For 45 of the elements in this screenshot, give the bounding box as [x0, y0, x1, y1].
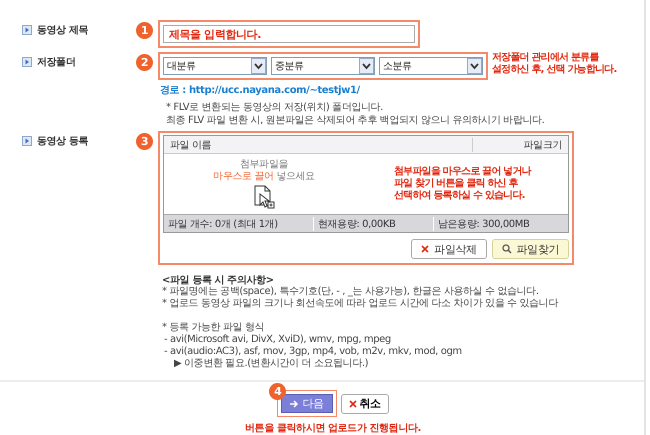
notice-line: * 등록 가능한 파일 형식 [162, 322, 266, 334]
arrow-right-icon [290, 400, 300, 408]
notice-title: <파일 등록 시 주의사항> [162, 274, 275, 286]
step-badge: 1 [136, 22, 153, 39]
upload-hint: 첨부파일을 마우스로 끌어 넣거나 파일 찾기 버튼을 클릭 하신 후 선택하여 등록하실 수 있습니다. [394, 166, 531, 202]
close-icon [421, 245, 430, 253]
notice-line: * 파일명에는 공백(space), 특수기호(단, - , _는 사용가능), 한글은 사용하실 수 없습니다. [162, 286, 540, 298]
upload-notice: 버튼을 클릭하시면 업로드가 진행됩니다. [245, 422, 421, 435]
next-button[interactable]: 다음 [281, 394, 332, 413]
status-cell: 파일 개수: 0개 (최대 1개) [164, 216, 314, 230]
column-header: 파일 이름 [169, 138, 212, 152]
folder-hint: 저장폴더 관리에서 분류를 설정하신 후, 선택 가능합니다. [492, 52, 616, 76]
field-label: 동영상 제목 [37, 24, 88, 37]
title-input[interactable]: 제목을 입력합니다. [163, 25, 415, 43]
notice-line: - avi(Microsoft avi, DivX, XviD), wmv, mpg, mpeg [163, 334, 392, 346]
dropdown-icon [467, 58, 482, 74]
status-cell: 남은용량: 300,00MB [434, 216, 570, 230]
arrow-bullet-icon [22, 57, 32, 67]
find-file-button[interactable]: 파일찾기 [492, 239, 569, 259]
category-select[interactable]: 소분류 [379, 57, 483, 75]
notice-line: - avi(audio:AC3), asf, mov, 3gp, mp4, vob, m2v, mkv, mod, ogm [163, 346, 463, 358]
arrow-bullet-icon [22, 136, 32, 146]
field-label: 동영상 등록 [37, 135, 88, 148]
category-select[interactable]: 대분류 [163, 57, 267, 75]
notice-line: ▶ 이중변환 필요.(변환시간이 더 소요됩니다.) [173, 358, 370, 370]
folder-note: * FLV로 변환되는 동영상의 저장(위치) 폴더입니다. [166, 101, 384, 114]
category-select[interactable]: 중분류 [271, 57, 375, 75]
delete-file-button[interactable]: 파일삭제 [411, 239, 487, 259]
dropdown-icon [359, 58, 374, 74]
close-icon [348, 400, 356, 408]
drop-hint: 첨부파일을 마우스로 끌어 넣으세요 [213, 159, 315, 183]
cancel-button[interactable]: 취소 [340, 394, 389, 414]
field-label: 저장폴더 [37, 56, 76, 69]
search-icon [502, 244, 512, 254]
dropdown-icon [251, 58, 266, 74]
file-drop-icon [253, 185, 275, 209]
step-badge: 3 [136, 133, 153, 150]
status-cell: 현재용량: 0,00KB [314, 216, 434, 230]
column-header: 파일크기 [472, 138, 568, 152]
path-link[interactable]: 경로 : http://ucc.nayana.com/~testjw1/ [160, 83, 644, 97]
step-badge: 4 [269, 383, 286, 400]
step-badge: 2 [136, 54, 153, 71]
arrow-bullet-icon [22, 25, 32, 35]
notice-line: * 업로드 동영상 파일의 크기나 회선속도에 따라 업로드 시간에 다소 차이가 있을 수 있습니다 [162, 298, 560, 310]
folder-note: 최종 FLV 파일 변환 시, 원본파일은 삭제되어 추후 백업되지 않으니 유의하시기 바랍니다. [166, 114, 546, 127]
